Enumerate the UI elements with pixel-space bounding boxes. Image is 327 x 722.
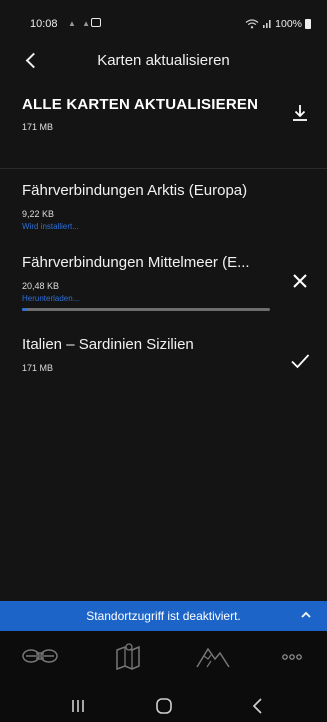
download-icon[interactable] xyxy=(289,102,311,124)
map-name: Fährverbindungen Mittelmeer (E... xyxy=(22,254,250,271)
nav-map[interactable] xyxy=(108,641,148,677)
update-all-size: 171 MB xyxy=(22,122,54,132)
wifi-icon xyxy=(245,19,259,29)
signal-icon xyxy=(263,20,271,28)
map-item-arktis[interactable]: Fährverbindungen Arktis (Europa) 9,22 KB… xyxy=(0,182,327,254)
map-status: Wird installiert... xyxy=(22,222,79,231)
download-progress-bar xyxy=(22,308,270,311)
bottom-navigation xyxy=(0,631,327,689)
battery-percent: 100% xyxy=(275,18,302,30)
map-icon xyxy=(116,643,140,671)
home-icon[interactable] xyxy=(150,695,178,717)
banner-text: Standortzugriff ist deaktiviert. xyxy=(86,609,241,623)
status-right: 100% xyxy=(245,18,311,30)
chevron-up-icon[interactable] xyxy=(300,609,312,621)
battery-icon xyxy=(305,19,311,29)
update-all-title: ALLE KARTEN AKTUALISIEREN xyxy=(22,96,259,113)
section-divider xyxy=(0,168,327,169)
update-all-maps-row[interactable]: ALLE KARTEN AKTUALISIEREN 171 MB xyxy=(0,86,327,150)
location-disabled-banner[interactable]: Standortzugriff ist deaktiviert. xyxy=(0,601,327,631)
recent-apps-icon[interactable] xyxy=(64,695,92,717)
map-size: 20,48 KB xyxy=(22,281,60,291)
status-bar: 10:08 ▲ ▲ 100% xyxy=(0,0,327,42)
nav-more[interactable] xyxy=(272,641,312,677)
status-time: 10:08 xyxy=(30,18,58,30)
system-back-icon[interactable] xyxy=(245,695,273,717)
map-item-italien[interactable]: Italien – Sardinien Sizilien 171 MB xyxy=(0,336,327,408)
close-icon[interactable] xyxy=(289,270,311,292)
map-item-mittelmeer[interactable]: Fährverbindungen Mittelmeer (E... 20,48 … xyxy=(0,254,327,326)
top-app-bar: Karten aktualisieren xyxy=(0,42,327,82)
map-name: Italien – Sardinien Sizilien xyxy=(22,336,194,353)
download-progress-fill xyxy=(22,308,27,311)
map-status: Herunterladen... xyxy=(22,294,80,303)
map-size: 171 MB xyxy=(22,363,54,373)
map-name: Fährverbindungen Arktis (Europa) xyxy=(22,182,248,199)
mountain-icon xyxy=(196,647,230,668)
notification-icons: ▲ ▲ xyxy=(68,19,93,28)
nav-drive[interactable] xyxy=(20,641,60,677)
nav-trips[interactable] xyxy=(193,641,233,677)
system-navigation-bar xyxy=(0,689,327,722)
car-icon xyxy=(22,649,58,663)
more-icon xyxy=(282,654,302,660)
page-title: Karten aktualisieren xyxy=(97,52,230,69)
gallery-icon xyxy=(91,18,101,27)
checkmark-icon xyxy=(291,354,310,369)
map-size: 9,22 KB xyxy=(22,209,55,219)
